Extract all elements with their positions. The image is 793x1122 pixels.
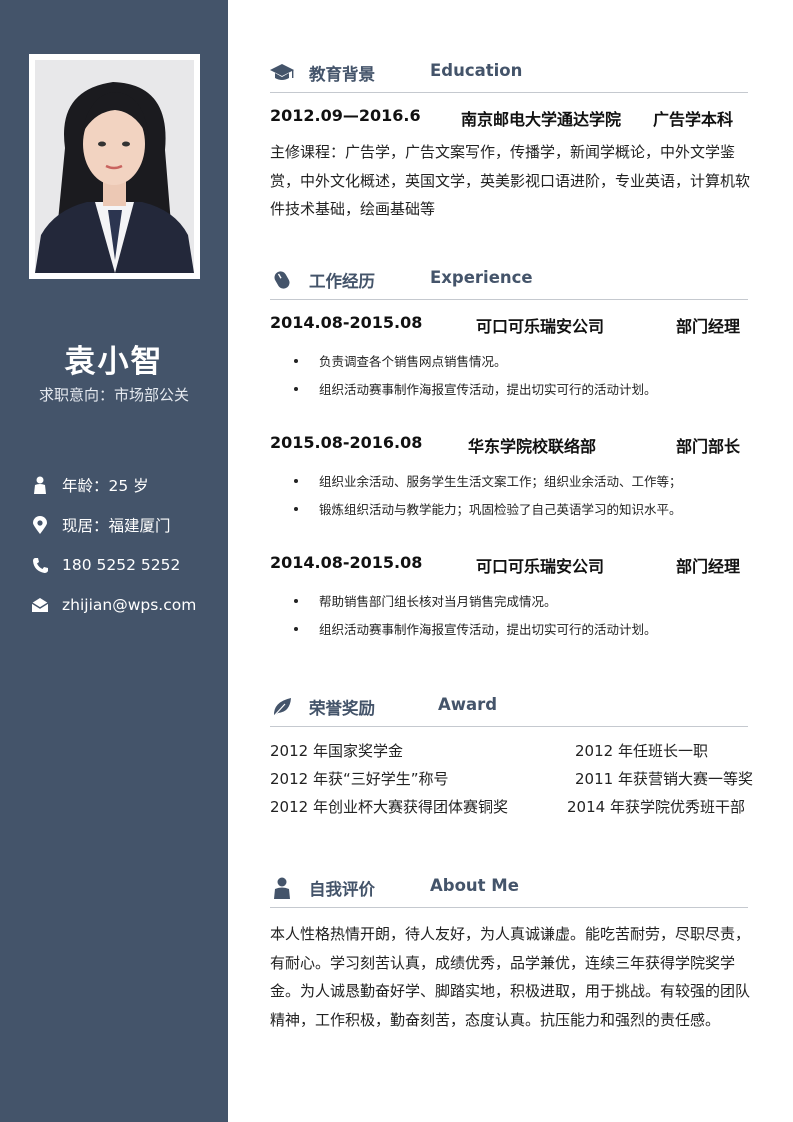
bullet-dot (294, 598, 298, 603)
envelope-icon (31, 596, 49, 614)
job-company: 可口可乐瑞安公司 (476, 557, 605, 576)
education-title-en: Education (430, 61, 523, 80)
experience-title-en: Experience (430, 268, 533, 287)
email-row: zhijian@wps.com (31, 594, 196, 616)
job-role: 部门经理 (676, 557, 741, 576)
location-row: 现居：福建厦门 (31, 514, 171, 536)
bullet-dot (294, 626, 298, 631)
email-text: zhijian@wps.com (62, 596, 197, 614)
experience-title-cn: 工作经历 (309, 272, 375, 291)
education-school: 南京邮电大学通达学院 (461, 110, 622, 129)
job-duty: 组织业余活动、服务学生生活文案工作；组织业余活动、工作等； (294, 471, 682, 490)
person-icon (31, 476, 49, 494)
bullet-dot (294, 358, 298, 363)
education-header: 教育背景 Education (270, 61, 748, 93)
experience-header: 工作经历 Experience (270, 268, 748, 300)
location-text: 现居：福建厦门 (62, 517, 171, 535)
profile-photo (35, 60, 194, 273)
bullet-dot (294, 506, 298, 511)
sidebar: 袁小智 求职意向：市场部公关 年龄：25 岁 现居：福建厦门 180 5252 … (0, 0, 228, 1122)
about-title-cn: 自我评价 (309, 880, 375, 899)
job-duty: 负责调查各个销售网点销售情况。 (294, 351, 507, 370)
job-duty: 组织活动赛事制作海报宣传活动，提出切实可行的活动计划。 (294, 379, 657, 398)
about-title-en: About Me (430, 876, 519, 895)
phone-icon (31, 556, 49, 574)
job-duty: 帮助销售部门组长核对当月销售完成情况。 (294, 591, 557, 610)
location-pin-icon (31, 516, 49, 534)
person-icon (270, 876, 294, 900)
job-period: 2015.08-2016.08 (270, 433, 423, 452)
job-role: 部门经理 (676, 317, 741, 336)
bullet-dot (294, 386, 298, 391)
job-objective: 求职意向：市场部公关 (38, 386, 189, 404)
job-period: 2014.08-2015.08 (270, 553, 423, 572)
age-text: 年龄：25 岁 (62, 477, 149, 495)
about-header: 自我评价 About Me (270, 876, 748, 908)
education-period: 2012.09—2016.6 (270, 106, 421, 125)
bullet-dot (294, 478, 298, 483)
phone-text: 180 5252 5252 (62, 556, 181, 574)
job-company: 可口可乐瑞安公司 (476, 317, 605, 336)
photo-frame (29, 54, 200, 279)
phone-row: 180 5252 5252 (31, 554, 180, 576)
job-duty: 组织活动赛事制作海报宣传活动，提出切实可行的活动计划。 (294, 619, 657, 638)
award-item: 2012 年国家奖学金 (270, 742, 403, 760)
job-period: 2014.08-2015.08 (270, 313, 423, 332)
awards-title-cn: 荣誉奖励 (309, 699, 375, 718)
job-role: 部门部长 (676, 437, 741, 456)
mouse-icon (270, 268, 294, 292)
graduation-cap-icon (270, 61, 294, 85)
self-evaluation-text: 本人性格热情开朗，待人友好，为人真诚谦虚。能吃苦耐劳，尽职尽责，有耐心。学习刻苦… (270, 925, 750, 1029)
candidate-name: 袁小智 (64, 344, 164, 380)
award-item: 2011 年获营销大赛一等奖 (575, 770, 753, 788)
education-courses: 主修课程：广告学，广告文案写作，传播学，新闻学概论，中外文学鉴赏，中外文化概述，… (270, 143, 750, 218)
award-item: 2012 年任班长一职 (575, 742, 708, 760)
awards-title-en: Award (438, 695, 498, 714)
awards-header: 荣誉奖励 Award (270, 695, 748, 727)
award-item: 2012 年获“三好学生”称号 (270, 770, 449, 788)
leaf-icon (270, 695, 294, 719)
education-major: 广告学本科 (653, 110, 734, 129)
job-duty: 锻炼组织活动与教学能力；巩固检验了自己英语学习的知识水平。 (294, 499, 682, 518)
age-row: 年龄：25 岁 (31, 474, 149, 496)
education-title-cn: 教育背景 (309, 65, 375, 84)
award-item: 2014 年获学院优秀班干部 (567, 798, 745, 816)
job-company: 华东学院校联络部 (468, 437, 597, 456)
award-item: 2012 年创业杯大赛获得团体赛铜奖 (270, 798, 508, 816)
